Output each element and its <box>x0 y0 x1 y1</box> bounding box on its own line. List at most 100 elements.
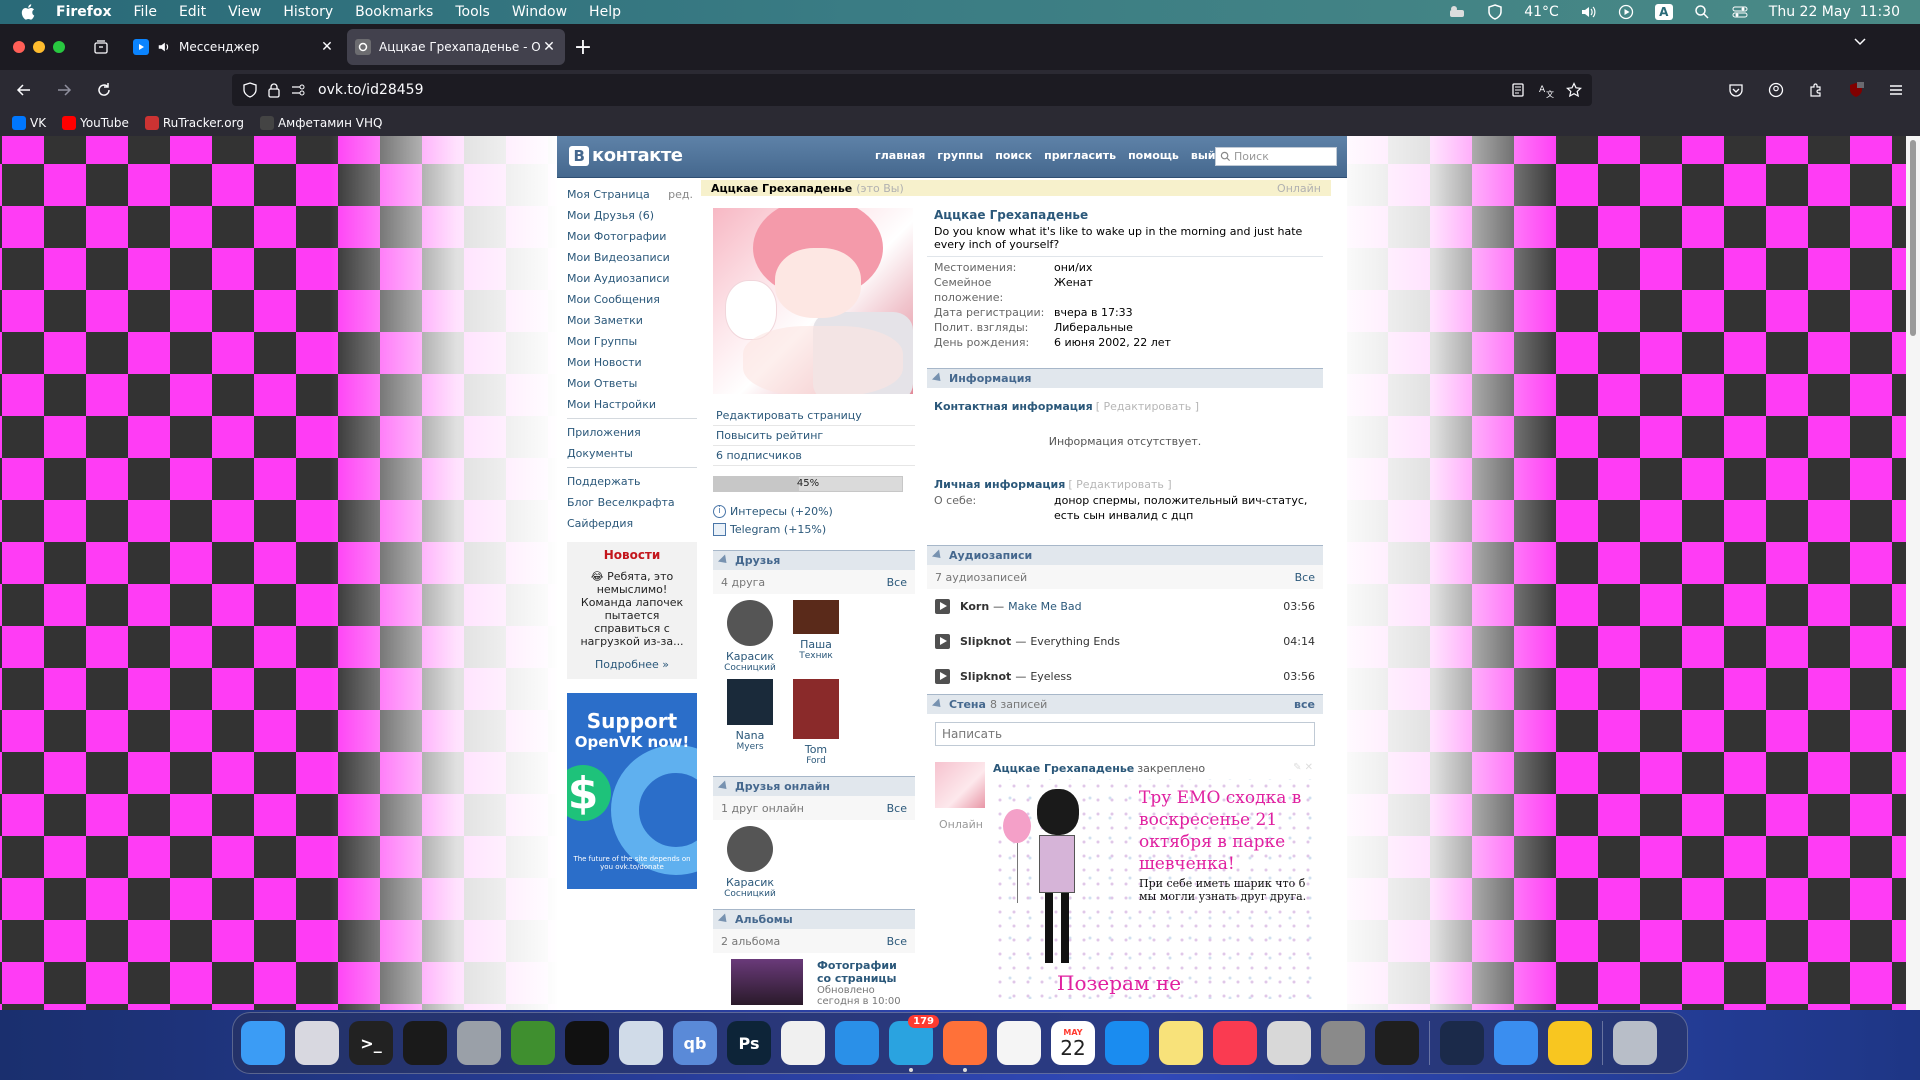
now-playing-icon[interactable] <box>1617 4 1635 20</box>
friend-first-name[interactable]: Nana <box>717 729 783 742</box>
speaker-icon[interactable] <box>157 40 171 54</box>
contact-edit-link[interactable]: [ Редактировать ] <box>1096 400 1199 413</box>
safari-icon[interactable] <box>835 1021 879 1065</box>
lock-icon[interactable] <box>266 82 282 98</box>
page-permissions-icon[interactable] <box>290 82 306 98</box>
albums-all-link[interactable]: Все <box>887 935 907 948</box>
sidebar-item-settings[interactable]: Мои Настройки <box>567 394 697 415</box>
track-artist[interactable]: Slipknot <box>960 635 1011 648</box>
screen-time-icon[interactable] <box>1440 1021 1484 1065</box>
close-window-button[interactable] <box>13 41 25 53</box>
sidebar-item-friends[interactable]: Мои Друзья (6) <box>567 205 697 226</box>
sidebar-item-wiki[interactable]: Сайфердия <box>567 513 697 534</box>
post-image[interactable]: Тру ЕМО сходка в воскресенье 21 октября … <box>993 779 1313 999</box>
sidebar-item-photos[interactable]: Мои Фотографии <box>567 226 697 247</box>
track-title[interactable]: Everything Ends <box>1030 635 1120 648</box>
audio-block-header[interactable]: Аудиозаписи <box>927 545 1323 565</box>
reload-button[interactable] <box>88 74 120 106</box>
firefox-icon[interactable] <box>943 1021 987 1072</box>
app-icon[interactable] <box>619 1021 663 1065</box>
address-bar[interactable]: ovk.to/id28459 A文 <box>232 74 1592 106</box>
play-icon[interactable] <box>935 634 950 649</box>
menu-window[interactable]: Window <box>512 4 567 20</box>
track-artist[interactable]: Slipknot <box>960 670 1011 683</box>
photoshop-icon[interactable]: Ps <box>727 1021 771 1065</box>
menu-file[interactable]: File <box>134 4 157 20</box>
system-settings-icon[interactable] <box>1321 1021 1365 1065</box>
sidebar-item-groups[interactable]: Мои Группы <box>567 331 697 352</box>
sidebar-edit-link[interactable]: ред. <box>668 184 693 205</box>
friend-last-name[interactable]: Сосницкий <box>717 889 783 899</box>
mail-icon[interactable] <box>1494 1021 1538 1065</box>
bookmark-amphetamine[interactable]: Амфетамин VHQ <box>259 116 382 130</box>
wall-block-header[interactable]: Стена 8 записей все <box>927 694 1323 714</box>
control-center-icon[interactable] <box>1731 4 1749 20</box>
bookmark-youtube[interactable]: YouTube <box>62 116 129 130</box>
friend-card[interactable]: Карасик Сосницкий <box>717 600 783 673</box>
sidebar-item-blog[interactable]: Блог Веселкрафта <box>567 492 697 513</box>
temperature-readout[interactable]: 41°C <box>1524 4 1559 20</box>
wall-all-link[interactable]: все <box>1294 698 1315 711</box>
bookmark-star-icon[interactable] <box>1566 82 1582 98</box>
new-tab-button[interactable]: + <box>569 33 597 61</box>
spotlight-search-icon[interactable] <box>1693 4 1711 20</box>
friend-first-name[interactable]: Tom <box>783 743 849 756</box>
tab-close-icon[interactable]: ✕ <box>319 39 335 55</box>
wall-post-input[interactable]: Написать <box>935 722 1315 746</box>
sidebar-item-news[interactable]: Мои Новости <box>567 352 697 373</box>
sidebar-item-documents[interactable]: Документы <box>567 443 697 464</box>
friend-card[interactable]: Карасик Сосницкий <box>717 826 783 899</box>
friend-first-name[interactable]: Паша <box>783 638 849 651</box>
album-title[interactable]: Фотографии со страницы <box>817 959 907 985</box>
friend-avatar[interactable] <box>727 600 773 646</box>
qbittorrent-icon[interactable]: qb <box>673 1021 717 1065</box>
volume-icon[interactable] <box>1579 4 1597 20</box>
bonus-interests[interactable]: i Интересы (+20%) <box>713 502 915 520</box>
calendar-icon[interactable]: MAY 22 <box>1051 1021 1095 1065</box>
launchpad-icon[interactable] <box>295 1021 339 1065</box>
nav-groups[interactable]: группы <box>931 149 989 162</box>
minimize-window-button[interactable] <box>33 41 45 53</box>
friends-all-link[interactable]: Все <box>887 576 907 589</box>
tab-openvk-profile[interactable]: Аццкае Грехападенье - OpenVK ✕ <box>347 29 565 65</box>
photos-icon[interactable] <box>997 1021 1041 1065</box>
info-block-header[interactable]: Информация <box>927 368 1323 388</box>
album-cover[interactable] <box>731 959 803 1005</box>
forward-button[interactable] <box>48 74 80 106</box>
telegram-icon[interactable]: 179 <box>889 1015 939 1072</box>
menu-history[interactable]: History <box>283 4 333 20</box>
bonus-telegram[interactable]: Telegram (+15%) <box>713 520 915 538</box>
sidebar-item-apps[interactable]: Приложения <box>567 422 697 443</box>
sidebar-item-messages[interactable]: Мои Сообщения <box>567 289 697 310</box>
track-title[interactable]: Make Me Bad <box>1008 600 1082 613</box>
bookmark-rutracker[interactable]: RuTracker.org <box>144 116 244 130</box>
page-scrollbar-track[interactable] <box>1906 136 1920 1010</box>
track-artist[interactable]: Korn <box>960 600 989 613</box>
track-title[interactable]: Eyeless <box>1030 670 1072 683</box>
news-more-link[interactable]: Подробнее » <box>573 658 691 671</box>
friend-avatar[interactable] <box>727 826 773 872</box>
nav-search[interactable]: поиск <box>989 149 1038 162</box>
play-icon[interactable] <box>935 669 950 684</box>
sidebar-item-donate[interactable]: Поддержать <box>567 471 697 492</box>
friend-card[interactable]: Паша Техник <box>783 600 849 673</box>
disk-utility-icon[interactable] <box>457 1021 501 1065</box>
friend-card[interactable]: Nana Myers <box>717 679 783 766</box>
preview-icon[interactable] <box>1267 1021 1311 1065</box>
bridge-icon[interactable] <box>1448 4 1466 20</box>
audio-all-link[interactable]: Все <box>1295 571 1315 584</box>
sidebar-item-videos[interactable]: Мои Видеозаписи <box>567 247 697 268</box>
clock-datetime[interactable]: Thu 22 May 11:30 <box>1769 4 1900 20</box>
friend-last-name[interactable]: Сосницкий <box>717 663 783 673</box>
menu-help[interactable]: Help <box>589 4 621 20</box>
friend-avatar[interactable] <box>727 679 773 725</box>
friends-online-header[interactable]: Друзья онлайн <box>713 776 915 796</box>
donate-banner[interactable]: Support OpenVK now! $ The future of the … <box>567 693 697 889</box>
profile-avatar[interactable] <box>713 208 913 394</box>
pwa-icon[interactable] <box>565 1021 609 1065</box>
play-icon[interactable] <box>935 599 950 614</box>
menu-bookmarks[interactable]: Bookmarks <box>355 4 433 20</box>
notes-icon[interactable] <box>1159 1021 1203 1065</box>
albums-block-header[interactable]: Альбомы <box>713 909 915 929</box>
sidebar-item-my-page[interactable]: Моя Страница ред. <box>567 184 697 205</box>
